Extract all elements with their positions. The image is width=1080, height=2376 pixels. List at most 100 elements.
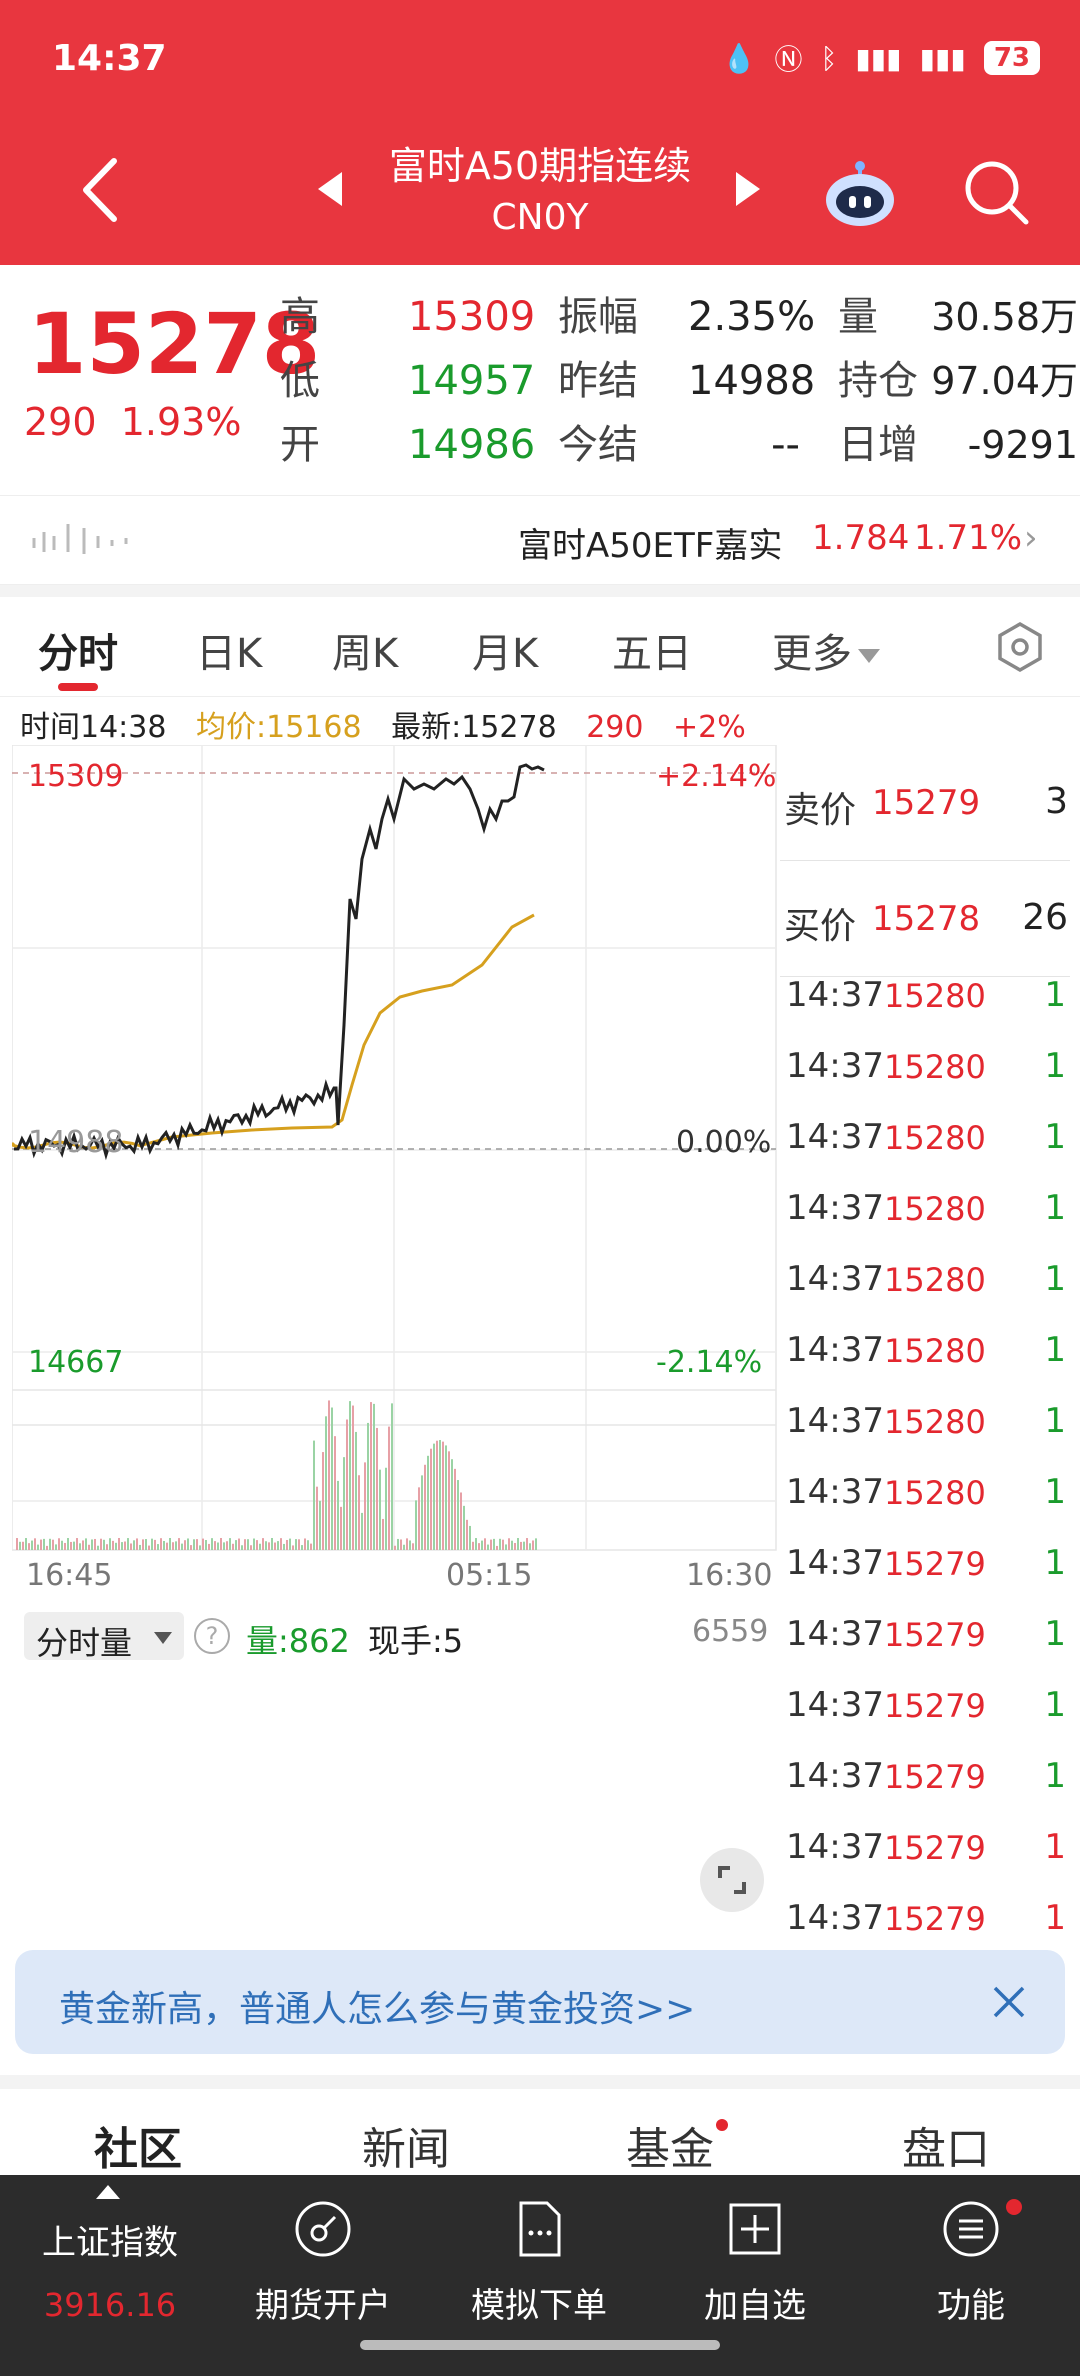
volume-bar <box>145 1539 147 1550</box>
y-label-mid-pct: 0.00% <box>676 1125 772 1160</box>
volume-bar <box>262 1538 264 1550</box>
quote-label: 日增 <box>838 422 918 468</box>
volume-bar <box>349 1401 351 1550</box>
volume-bar <box>289 1538 291 1550</box>
volume-bar <box>505 1544 507 1550</box>
intraday-chart[interactable]: 15309 +2.14% 14988 0.00% 14667 -2.14% <box>12 745 778 1555</box>
chart-settings-icon[interactable] <box>994 621 1046 673</box>
y-label-low-pct: -2.14% <box>656 1345 763 1380</box>
volume-bar <box>367 1422 369 1550</box>
volume-bar <box>52 1539 54 1550</box>
status-time: 14:37 <box>52 38 167 79</box>
tab-monthly-k[interactable]: 月K <box>472 621 538 679</box>
fullscreen-button[interactable] <box>700 1848 764 1912</box>
volume-bar <box>418 1487 420 1550</box>
tick-row: 14:37 15279 1 <box>780 1821 1070 1892</box>
related-etf-row[interactable]: 富时A50ETF嘉实 1.784 1.71% › <box>0 495 1080 585</box>
tick-row: 14:37 15279 1 <box>780 1608 1070 1679</box>
volume-reading: 量:862 <box>246 1622 350 1660</box>
tab-community[interactable]: 社区 <box>94 2113 182 2175</box>
volume-bar <box>118 1538 120 1550</box>
index-value: 3916.16 <box>43 2286 177 2324</box>
expand-icon <box>718 1866 746 1894</box>
tick-price: 15280 <box>884 977 986 1015</box>
tick-row: 14:37 15279 1 <box>780 1892 1070 1932</box>
tick-price: 15279 <box>884 1900 986 1932</box>
tick-price: 15280 <box>884 1474 986 1512</box>
bid-qty: 26 <box>1022 897 1068 938</box>
tick-price: 15280 <box>884 1403 986 1441</box>
tab-news[interactable]: 新闻 <box>362 2113 450 2175</box>
tick-price: 15279 <box>884 1829 986 1867</box>
open-futures-account-button[interactable]: 期货开户 <box>238 2199 408 2327</box>
volume-type-selector[interactable]: 分时量 <box>24 1612 184 1662</box>
nav-title-block[interactable]: 富时A50期指连续 CN0Y <box>310 140 770 244</box>
tick-row: 14:37 15280 1 <box>780 1395 1070 1466</box>
volume-bar <box>508 1538 510 1550</box>
volume-bar <box>148 1545 150 1550</box>
add-watchlist-button[interactable]: 加自选 <box>670 2199 840 2327</box>
volume-bar <box>142 1539 144 1550</box>
promo-banner[interactable]: 黄金新高，普通人怎么参与黄金投资>> <box>15 1950 1065 2054</box>
volume-bar <box>520 1541 522 1550</box>
volume-bar <box>301 1545 303 1550</box>
volume-bar <box>40 1539 42 1550</box>
volume-bar <box>346 1419 348 1550</box>
volume-bar <box>130 1543 132 1550</box>
tab-five-day[interactable]: 五日 <box>612 621 692 679</box>
volume-bar <box>445 1445 447 1550</box>
volume-bar <box>127 1538 129 1550</box>
volume-bar <box>397 1538 399 1550</box>
amplitude-value: 2.35% <box>688 294 816 340</box>
help-icon[interactable]: ? <box>194 1618 230 1654</box>
etf-price: 1.784 <box>812 518 910 558</box>
status-bar: 14:37 💧 Ⓝ ᛒ ▮▮▮ ▮▮▮ 73 <box>0 0 1080 120</box>
close-icon[interactable] <box>989 1982 1029 2022</box>
volume-bar <box>196 1539 198 1550</box>
simulated-order-button[interactable]: 模拟下单 <box>454 2199 624 2327</box>
y-label-low: 14667 <box>28 1345 124 1380</box>
tab-weekly-k[interactable]: 周K <box>332 621 398 679</box>
etf-percent: 1.71% <box>914 518 1023 558</box>
volume-bar <box>46 1545 48 1550</box>
tick-time: 14:37 <box>786 1614 884 1654</box>
functions-label: 功能 <box>937 2286 1005 2326</box>
volume-bar <box>184 1540 186 1550</box>
volume-bar <box>109 1538 111 1550</box>
volume-bar <box>334 1436 336 1550</box>
back-button[interactable] <box>70 150 130 230</box>
nfc-icon: Ⓝ <box>774 43 803 76</box>
volume-bar <box>100 1538 102 1550</box>
index-ticker[interactable]: 上证指数 3916.16 <box>30 2215 190 2324</box>
volume-bar <box>208 1543 210 1550</box>
volume-bar <box>526 1538 528 1550</box>
volume-bar <box>253 1538 255 1550</box>
volume-bar <box>286 1539 288 1550</box>
search-button[interactable] <box>962 158 1032 228</box>
volume-bar <box>415 1500 417 1550</box>
tick-time: 14:37 <box>786 1685 884 1725</box>
tick-list[interactable]: 14:37 15280 1 14:37 15280 1 14:37 15280 1 14:37 15… <box>780 977 1070 1932</box>
volume-bar <box>316 1486 318 1550</box>
tab-funds[interactable]: 基金 <box>626 2113 714 2175</box>
robot-assistant-icon[interactable] <box>822 160 898 226</box>
functions-button[interactable]: 功能 <box>886 2199 1056 2327</box>
volume-bar <box>268 1542 270 1550</box>
tick-qty: 1 <box>1044 1259 1066 1299</box>
next-contract-arrow-icon[interactable] <box>736 172 760 206</box>
tick-price: 15280 <box>884 1190 986 1228</box>
volume-bar <box>22 1541 24 1550</box>
tab-more[interactable]: 更多 <box>772 621 880 679</box>
quote-label: 今结 <box>558 422 638 468</box>
volume-bar <box>271 1538 273 1550</box>
volume-bar <box>202 1538 204 1550</box>
tab-order-book[interactable]: 盘口 <box>902 2113 990 2175</box>
high-value: 15309 <box>408 294 536 340</box>
volume-bar <box>439 1440 441 1550</box>
volume-bar <box>523 1541 525 1550</box>
contract-code: CN0Y <box>491 197 589 238</box>
tab-intraday[interactable]: 分时 <box>38 621 118 679</box>
tab-daily-k[interactable]: 日K <box>196 621 262 679</box>
volume-bar <box>103 1539 105 1550</box>
volume-bar <box>259 1543 261 1550</box>
